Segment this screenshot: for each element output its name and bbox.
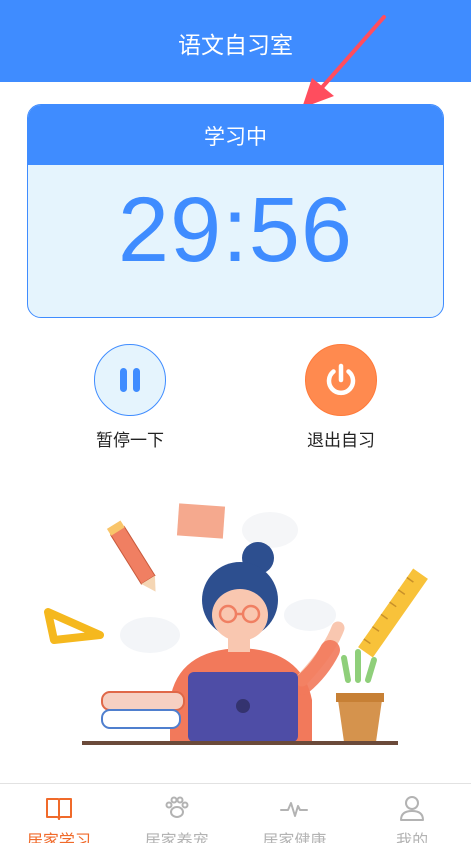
pause-label[interactable]: 暂停一下: [70, 426, 190, 451]
user-icon: [400, 796, 425, 821]
power-icon[interactable]: [305, 344, 377, 416]
tab-home-health[interactable]: 居家健康: [236, 784, 354, 843]
paw-icon: [165, 796, 189, 818]
pause-button[interactable]: 暂停一下: [70, 344, 190, 451]
pause-icon[interactable]: [94, 344, 166, 416]
timer-card-header: 学习中: [28, 105, 443, 165]
tab-label: 居家养宠: [144, 831, 209, 843]
study-illustration: [44, 503, 428, 745]
exit-label[interactable]: 退出自习: [281, 426, 401, 451]
tab-label: 居家学习: [26, 831, 91, 843]
timer-status: 学习中: [204, 125, 267, 149]
tab-home-study[interactable]: 居家学习: [0, 784, 118, 843]
bottom-tab-bar: 居家学习 居家养宠 居家健康 我的: [0, 783, 471, 843]
exit-button[interactable]: 退出自习: [281, 344, 401, 451]
tab-mine[interactable]: 我的: [353, 784, 471, 843]
timer-countdown: 29:56: [117, 179, 354, 281]
heartbeat-icon: [280, 802, 309, 817]
book-icon: [45, 798, 72, 820]
timer-card: 学习中 29:56: [27, 104, 444, 318]
app-header: 语文自习室: [0, 0, 471, 82]
tab-home-pets[interactable]: 居家养宠: [118, 784, 236, 843]
page-title: 语文自习室: [178, 33, 293, 59]
tab-label: 我的: [396, 831, 429, 843]
tab-label: 居家健康: [262, 831, 327, 843]
